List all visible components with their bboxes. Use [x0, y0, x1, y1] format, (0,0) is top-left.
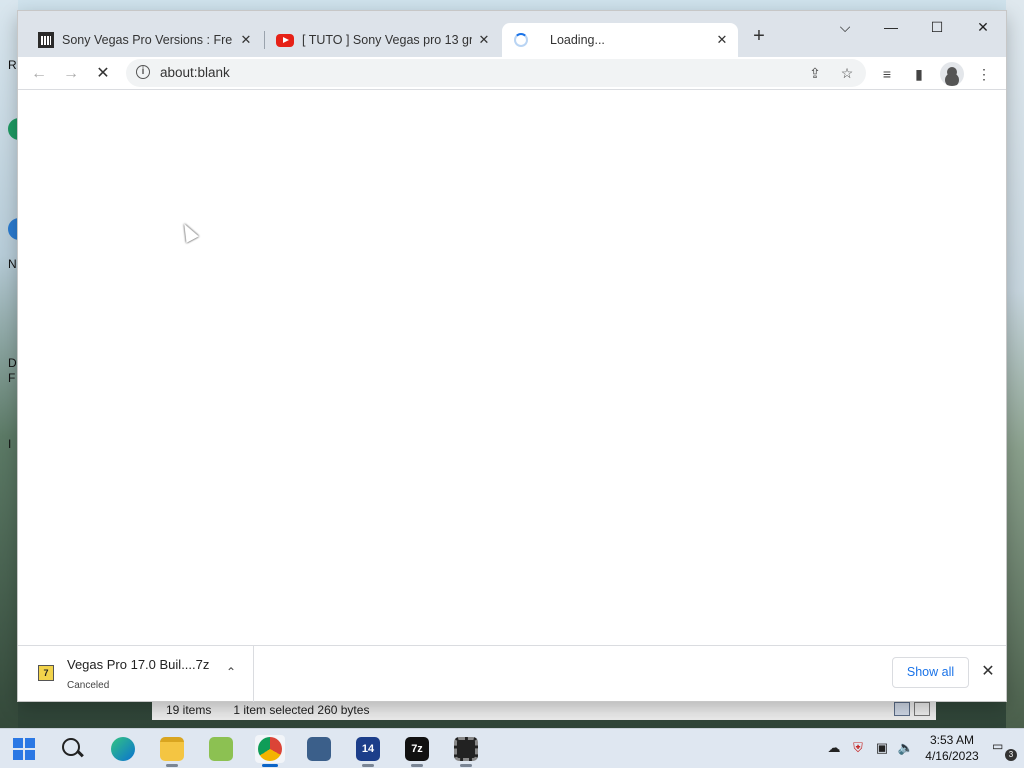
folder-icon [160, 737, 184, 761]
side-panel-icon[interactable]: ▮ [907, 62, 931, 86]
stop-loading-button[interactable]: ✕ [90, 61, 116, 87]
notepad-plus-logo-icon [209, 737, 233, 761]
start-button[interactable] [10, 735, 40, 763]
download-shelf: 7 Vegas Pro 17.0 Buil....7z Canceled ⌃ S… [18, 645, 1006, 702]
edge-logo-icon [111, 737, 135, 761]
system-clock[interactable]: 3:53 AM 4/16/2023 [920, 732, 984, 764]
desktop-icon-label[interactable]: F [8, 371, 15, 385]
clock-date: 4/16/2023 [925, 749, 979, 763]
tab-title: Loading... [550, 33, 605, 47]
windows-logo-icon [13, 738, 23, 748]
notification-center-icon[interactable]: ▭ 3 [992, 739, 1017, 761]
youtube-icon [276, 33, 294, 47]
tab-strip: Sony Vegas Pro Versions : Free D ✕ [ TUT… [18, 11, 1006, 57]
loading-spinner-icon [514, 33, 528, 47]
chevron-up-icon[interactable]: ⌃ [223, 664, 239, 680]
bookmark-star-icon[interactable]: ☆ [838, 64, 856, 82]
download-status: Canceled [67, 680, 110, 691]
tiles-view-icon[interactable] [914, 702, 930, 716]
tab-title: Sony Vegas Pro Versions : Free D [62, 33, 232, 47]
notification-count-badge: 3 [1005, 749, 1017, 761]
search-icon[interactable] [57, 735, 87, 763]
desktop-icon-label[interactable]: N [8, 257, 17, 271]
book-reader-icon[interactable] [304, 735, 334, 763]
chrome-window: Sony Vegas Pro Versions : Free D ✕ [ TUT… [18, 11, 1006, 702]
edge-icon[interactable] [108, 735, 138, 763]
security-shield-icon[interactable]: ⛨ [849, 739, 867, 757]
close-download-shelf-icon[interactable]: ✕ [980, 664, 996, 680]
explorer-status-bar: 19 items 1 item selected 260 bytes [152, 700, 936, 720]
film-strip-icon [454, 737, 478, 761]
desktop-background-right [1006, 0, 1024, 728]
details-view-icon[interactable] [894, 702, 910, 716]
profile-avatar-icon[interactable] [940, 62, 964, 86]
chrome-logo-icon [258, 737, 282, 761]
windows-logo-icon [25, 750, 35, 760]
archive-org-icon [38, 32, 54, 48]
network-icon[interactable]: ▣ [873, 739, 891, 757]
page-content-blank[interactable] [18, 90, 1006, 645]
back-button[interactable]: ← [26, 61, 52, 87]
tab-close-icon[interactable]: ✕ [238, 32, 254, 48]
explorer-view-buttons [894, 702, 930, 716]
address-bar-url[interactable]: about:blank [160, 65, 230, 80]
notepad-plus-icon[interactable] [206, 735, 236, 763]
share-icon[interactable]: ⇪ [806, 64, 824, 82]
7z-file-icon: 7 [38, 665, 54, 681]
media-controls-icon[interactable]: ≡ [875, 62, 899, 86]
taskbar: 14 7z ☁ ⛨ ▣ 🔈 3:53 AM 4/16/2023 ▭ 3 [0, 728, 1024, 768]
new-tab-button[interactable]: + [748, 25, 770, 47]
clock-time: 3:53 AM [929, 733, 975, 747]
tab-sony-vegas-versions[interactable]: Sony Vegas Pro Versions : Free D ✕ [26, 23, 262, 57]
video-editor-icon[interactable] [451, 735, 481, 767]
address-bar[interactable]: i about:blank ⇪ ☆ [126, 59, 866, 87]
seven-zip-logo-icon: 7z [405, 737, 429, 761]
tab-search-button[interactable]: ⌵ [822, 13, 868, 41]
tab-close-icon[interactable]: ✕ [476, 32, 492, 48]
minimize-button[interactable]: — [868, 13, 914, 41]
chat-bubble-icon: ▭ [992, 739, 1004, 753]
download-filename: Vegas Pro 17.0 Buil....7z [67, 657, 210, 672]
desktop-icon-label[interactable]: R [8, 58, 17, 72]
explorer-items-count: 19 items [166, 703, 212, 717]
forward-button[interactable]: → [58, 61, 84, 87]
windows-logo-icon [25, 738, 35, 748]
winrar-logo-icon: 14 [356, 737, 380, 761]
desktop-icon-label[interactable]: I [8, 437, 11, 451]
browser-toolbar: ← → ✕ i about:blank ⇪ ☆ ≡ ▮ ⋮ [18, 57, 1006, 90]
volume-icon[interactable]: 🔈 [897, 739, 915, 757]
onedrive-offline-icon[interactable]: ☁ [825, 739, 843, 757]
chrome-icon[interactable] [255, 735, 285, 767]
menu-kebab-icon[interactable]: ⋮ [972, 62, 996, 86]
file-explorer-icon[interactable] [157, 735, 187, 767]
maximize-button[interactable]: ☐ [914, 13, 960, 41]
seven-zip-icon[interactable]: 7z [402, 735, 432, 767]
tab-loading[interactable]: Loading... ✕ [502, 23, 738, 57]
tab-sony-vegas-tuto[interactable]: [ TUTO ] Sony Vegas pro 13 grat ✕ [264, 23, 500, 57]
close-window-button[interactable]: ✕ [960, 13, 1006, 41]
winrar-icon[interactable]: 14 [353, 735, 383, 767]
book-icon [307, 737, 331, 761]
tab-close-icon[interactable]: ✕ [714, 32, 730, 48]
download-item[interactable]: 7 Vegas Pro 17.0 Buil....7z Canceled ⌃ [18, 646, 254, 702]
tab-title: [ TUTO ] Sony Vegas pro 13 grat [302, 33, 472, 47]
windows-logo-icon [13, 750, 23, 760]
show-all-downloads-button[interactable]: Show all [892, 657, 969, 688]
explorer-selection-info: 1 item selected 260 bytes [233, 703, 370, 717]
site-info-icon[interactable]: i [136, 65, 150, 79]
desktop-icon-label[interactable]: D [8, 356, 17, 370]
